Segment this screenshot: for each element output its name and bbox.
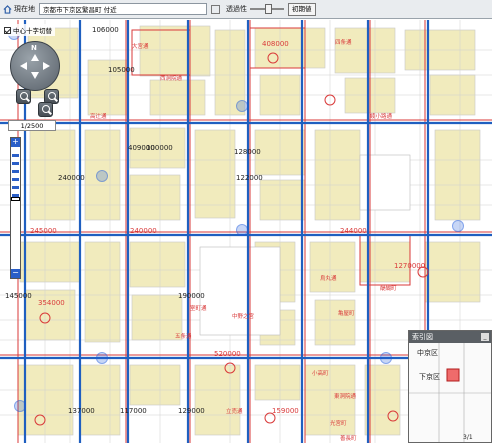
center-cross-label: 中心十字切替 (13, 27, 52, 35)
map-label: 190000 (178, 292, 205, 300)
street-label: 室町通 (190, 304, 207, 312)
ward-label: 下京区 (419, 372, 440, 381)
ward-label: 中京区 (417, 348, 438, 357)
map-dot (380, 352, 392, 364)
zoom-slider[interactable]: + − (10, 137, 21, 279)
map-dot (14, 400, 26, 412)
toolbar: 現在地 京都市下京区繁昌町 付近 透過性 初期値 (0, 0, 492, 19)
expand-icon[interactable] (211, 4, 220, 14)
map-label: 105000 (108, 66, 135, 74)
pan-compass[interactable]: N (10, 41, 60, 91)
map-label: 354000 (38, 299, 65, 307)
map-dot (236, 224, 248, 236)
map-dot (96, 352, 108, 364)
map-label: 106000 (92, 26, 119, 34)
scale-display: 1/2500 (8, 120, 56, 131)
compass-north-label: N (31, 44, 37, 52)
street-label: 善長町 (340, 434, 357, 442)
transparency-label: 透過性 (226, 5, 247, 13)
map-label: 159000 (272, 407, 299, 415)
map-label: 137000 (68, 407, 95, 415)
home-icon (3, 4, 12, 14)
street-label: 東洞院通 (334, 392, 357, 400)
street-label: 亀屋町 (338, 309, 355, 317)
street-label: 綾小路通 (370, 112, 393, 120)
street-label: 光宮町 (330, 419, 347, 427)
zoom-thumb[interactable] (11, 197, 20, 201)
map-label: 244000 (340, 227, 367, 235)
street-label: 小高町 (312, 369, 329, 377)
zoom-tick (12, 154, 19, 157)
street-label: 中野之宮 (232, 312, 255, 320)
street-label: 四条通 (335, 38, 352, 46)
index-map-title: 索引図 (412, 333, 433, 341)
map-dot (236, 100, 248, 112)
minimize-icon[interactable]: _ (481, 333, 489, 341)
index-map-panel[interactable]: 索引図 _ 中京区 下京区 3/1 (408, 330, 492, 443)
pan-left-icon[interactable] (20, 62, 27, 70)
zoom-tick (12, 178, 19, 181)
map-label: 122000 (236, 174, 263, 182)
zoom-plus-button[interactable]: + (11, 138, 20, 147)
map-label: 1270000 (394, 262, 425, 270)
street-label: 烏丸通 (320, 274, 337, 282)
slider-knob[interactable] (265, 4, 272, 14)
map-dot (96, 170, 108, 182)
street-label: 西洞院通 (160, 74, 183, 82)
pan-right-icon[interactable] (43, 62, 50, 70)
street-label: 立売通 (226, 407, 243, 415)
map-label: 129000 (178, 407, 205, 415)
pan-down-icon[interactable] (31, 72, 39, 79)
location-label: 現在地 (14, 5, 35, 13)
index-map[interactable]: 中京区 下京区 3/1 (409, 343, 491, 442)
map-label: 240000 (58, 174, 85, 182)
pan-up-icon[interactable] (31, 54, 39, 61)
map-label: 128000 (234, 148, 261, 156)
reset-button[interactable]: 初期値 (288, 2, 316, 16)
map-label: 100000 (146, 144, 173, 152)
map-label: 520000 (214, 350, 241, 358)
zoom-minus-button[interactable]: − (11, 269, 20, 278)
street-number-label: 3/1 (463, 434, 473, 441)
center-cross-checkbox[interactable] (4, 26, 11, 34)
zoom-extent-magnifier-icon[interactable] (38, 102, 53, 117)
center-cross-toggle[interactable]: 中心十字切替 (2, 24, 55, 36)
street-label: 大宮通 (132, 42, 149, 50)
index-map-header: 索引図 _ (409, 331, 491, 343)
street-label: 醍醐町 (380, 284, 397, 292)
zoom-tick (12, 186, 19, 189)
transparency-slider[interactable] (250, 4, 284, 14)
map-label: 145000 (5, 292, 32, 300)
map-dot (452, 220, 464, 232)
map-label: 240000 (130, 227, 157, 235)
zoom-in-magnifier-icon[interactable] (16, 89, 31, 104)
zoom-tick (12, 170, 19, 173)
map-label: 117000 (120, 407, 147, 415)
map-label: 408000 (262, 40, 289, 48)
zoom-tick (12, 162, 19, 165)
street-label: 高辻通 (90, 112, 107, 120)
school-grounds (199, 246, 281, 336)
street-label: 五条通 (175, 332, 192, 340)
map-label: 245000 (30, 227, 57, 235)
current-area-marker (446, 368, 460, 382)
address-field[interactable]: 京都市下京区繁昌町 付近 (39, 3, 207, 15)
